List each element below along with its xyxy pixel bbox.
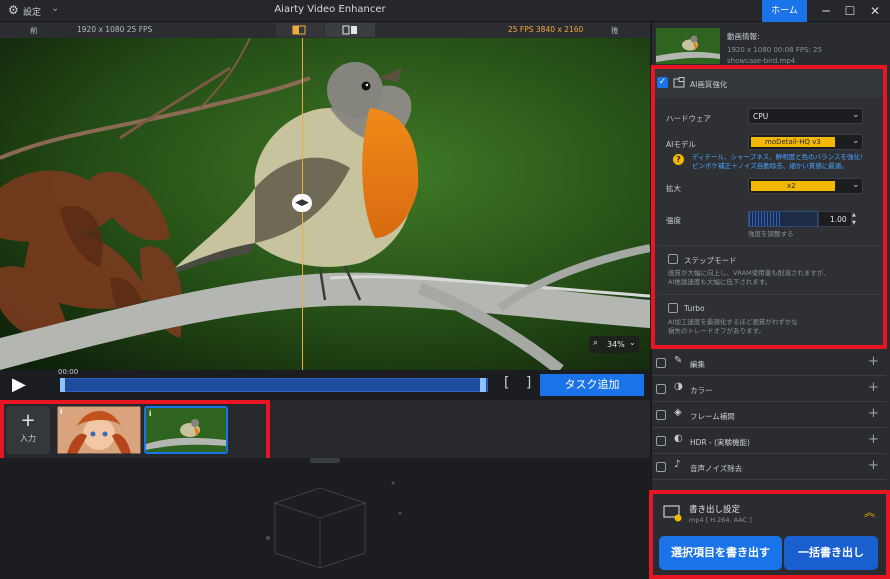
splitter-handle[interactable] bbox=[310, 458, 340, 463]
split-drag-handle[interactable]: ◀▶ bbox=[292, 194, 312, 212]
timeline-start-handle[interactable] bbox=[60, 378, 65, 392]
frame-interpolation-checkbox[interactable] bbox=[656, 410, 666, 420]
video-info-filename: showcase-bird.mp4 bbox=[727, 57, 796, 65]
palette-icon: ◑ bbox=[674, 381, 683, 392]
timecode: 00:00 bbox=[58, 368, 79, 376]
section-label: フレーム補間 bbox=[690, 412, 735, 421]
plus-icon[interactable]: + bbox=[868, 432, 879, 447]
section-label: HDR - (実験機能) bbox=[690, 438, 750, 447]
section-edit[interactable]: ✎ 編集 + bbox=[652, 351, 886, 376]
hdr-icon: ◐ bbox=[674, 433, 683, 444]
color-checkbox[interactable] bbox=[656, 384, 666, 394]
before-meta: 1920 x 1080 25 FPS bbox=[77, 25, 153, 34]
highlight-box-export bbox=[649, 490, 890, 579]
section-frame-interpolation[interactable]: ◈ フレーム補間 + bbox=[652, 403, 886, 428]
maximize-icon[interactable]: ☐ bbox=[839, 2, 861, 20]
split-view-button[interactable] bbox=[276, 23, 324, 37]
zoom-value: 34% bbox=[607, 340, 625, 349]
section-label: 編集 bbox=[690, 360, 705, 369]
video-info-thumbnail bbox=[656, 28, 720, 64]
side-by-side-icon bbox=[342, 25, 357, 35]
add-task-button[interactable]: タスク追加 bbox=[540, 374, 644, 396]
empty-drop-area[interactable] bbox=[0, 458, 650, 579]
edit-checkbox[interactable] bbox=[656, 358, 666, 368]
empty-box-icon bbox=[266, 481, 402, 569]
before-label: 前 bbox=[30, 26, 38, 35]
section-label: カラー bbox=[690, 386, 713, 395]
zoom-control[interactable]: ⌕ 34% ⌄ bbox=[589, 336, 639, 353]
after-meta: 25 FPS 3840 x 2160 bbox=[508, 25, 584, 34]
home-button[interactable]: ホーム bbox=[762, 0, 807, 22]
hdr-checkbox[interactable] bbox=[656, 436, 666, 446]
close-icon[interactable]: ✕ bbox=[864, 2, 886, 20]
frames-icon: ◈ bbox=[674, 407, 682, 418]
plus-icon[interactable]: + bbox=[868, 354, 879, 369]
play-icon[interactable]: ▶ bbox=[12, 374, 26, 395]
timeline-end-handle[interactable] bbox=[480, 378, 486, 392]
title-bar: ⚙ 設定 ⌄ Aiarty Video Enhancer ホーム ─ ☐ ✕ bbox=[0, 0, 890, 22]
trim-bracket-icons[interactable]: [ ] bbox=[504, 375, 537, 391]
chevron-down-icon: ⌄ bbox=[629, 338, 636, 347]
feature-section-list: ✎ 編集 + ◑ カラー + ◈ フレーム補間 + ◐ HDR - (実験機能)… bbox=[652, 351, 886, 481]
after-label: 後 bbox=[611, 26, 619, 35]
side-by-side-button[interactable] bbox=[325, 23, 375, 37]
highlight-box-media bbox=[0, 400, 270, 466]
audio-denoise-checkbox[interactable] bbox=[656, 462, 666, 472]
video-preview[interactable] bbox=[0, 38, 650, 370]
section-audio-denoise[interactable]: ♪ 音声ノイズ除去 + bbox=[652, 455, 886, 480]
plus-icon[interactable]: + bbox=[868, 406, 879, 421]
minimize-icon[interactable]: ─ bbox=[815, 2, 837, 20]
plus-icon[interactable]: + bbox=[868, 458, 879, 473]
split-view-icon bbox=[292, 25, 306, 35]
microphone-icon: ♪ bbox=[674, 459, 681, 470]
plus-icon[interactable]: + bbox=[868, 380, 879, 395]
section-label: 音声ノイズ除去 bbox=[690, 464, 743, 473]
video-info-meta: 1920 x 1080 00:08 FPS: 25 bbox=[727, 46, 823, 54]
highlight-box-ai-enhance bbox=[651, 65, 887, 349]
edit-icon: ✎ bbox=[674, 355, 683, 366]
magnifier-icon: ⌕ bbox=[593, 338, 599, 348]
section-color[interactable]: ◑ カラー + bbox=[652, 377, 886, 402]
video-info-title: 動画情報: bbox=[727, 32, 760, 41]
section-hdr[interactable]: ◐ HDR - (実験機能) + bbox=[652, 429, 886, 454]
timeline-track[interactable] bbox=[60, 378, 488, 392]
preview-header: 前 1920 x 1080 25 FPS 25 FPS 3840 x 2160 … bbox=[0, 22, 650, 38]
app-title: Aiarty Video Enhancer bbox=[274, 4, 386, 15]
bird-frame-image bbox=[0, 38, 650, 370]
